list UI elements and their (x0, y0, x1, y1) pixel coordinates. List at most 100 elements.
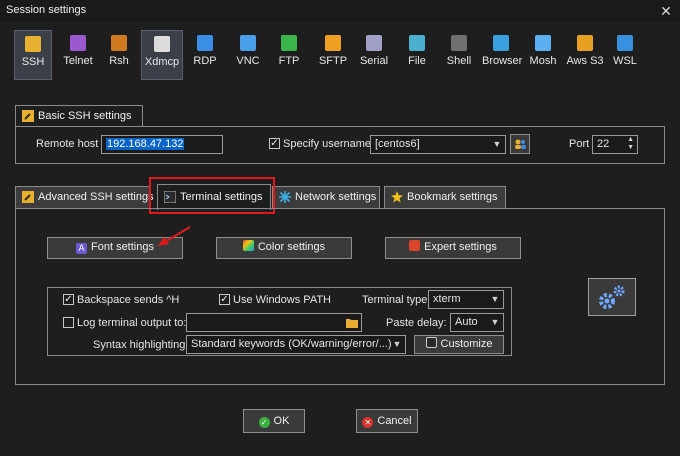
protocol-label: Serial (359, 55, 389, 67)
font-settings-label: Font settings (91, 241, 154, 253)
customize-icon (425, 337, 437, 348)
protocol-label: Telnet (63, 55, 93, 67)
customize-label: Customize (440, 338, 493, 350)
basic-tab-label: Basic SSH settings (38, 110, 132, 122)
syntax-highlighting-select[interactable]: Standard keywords (OK/warning/error/...)… (186, 335, 406, 354)
serial-icon (366, 35, 382, 51)
backspace-label: Backspace sends ^H (77, 294, 180, 306)
cancel-label: Cancel (377, 415, 412, 427)
port-label: Port (569, 138, 590, 150)
advanced-settings-button[interactable] (588, 278, 636, 316)
log-output-checkbox[interactable] (63, 317, 74, 328)
cancel-button[interactable]: ✕ Cancel (356, 409, 418, 433)
rsh-icon (111, 35, 127, 51)
port-spinner[interactable]: 22 ▲ ▼ (592, 135, 638, 154)
user-manager-button[interactable] (510, 134, 530, 154)
backspace-checkbox[interactable]: ✓ (63, 294, 74, 305)
chevron-down-icon: ▼ (490, 317, 500, 327)
paste-delay-select[interactable]: Auto ▼ (450, 313, 504, 332)
protocol-telnet[interactable]: Telnet (58, 30, 98, 80)
syntax-highlighting-label: Syntax highlighting: (93, 339, 189, 351)
specify-username-checkbox[interactable]: ✓ (269, 138, 280, 149)
protocol-mosh[interactable]: Mosh (529, 30, 557, 80)
ok-label: OK (273, 415, 290, 427)
protocol-rsh[interactable]: Rsh (104, 30, 134, 80)
protocol-shell[interactable]: Shell (444, 30, 474, 80)
protocol-serial[interactable]: Serial (359, 30, 389, 80)
spinner-arrows-icon: ▲ ▼ (627, 136, 634, 151)
xdmcp-icon (154, 36, 170, 52)
chevron-down-icon: ▼ (490, 294, 500, 304)
specify-username-label: Specify username (283, 138, 372, 150)
protocol-browser[interactable]: Browser (482, 30, 522, 80)
tab-advanced-ssh-settings[interactable]: Advanced SSH settings (15, 186, 154, 208)
font-icon: A (76, 243, 87, 254)
username-value: [centos6] (375, 138, 420, 150)
expert-settings-label: Expert settings (424, 241, 497, 253)
protocol-sftp[interactable]: SFTP (318, 30, 348, 80)
tab-bookmark-settings[interactable]: Bookmark settings (384, 186, 506, 208)
ok-button[interactable]: ✓ OK (243, 409, 305, 433)
terminal-type-select[interactable]: xterm ▼ (428, 290, 504, 309)
rdp-icon (197, 35, 213, 51)
paste-delay-label: Paste delay: (386, 317, 447, 329)
ssh-icon (25, 36, 41, 52)
palette-icon (242, 240, 254, 251)
vnc-icon (240, 35, 256, 51)
log-path-input[interactable] (186, 313, 362, 332)
chevron-down-icon: ▼ (392, 339, 402, 349)
syntax-highlighting-value: Standard keywords (OK/warning/error/...) (191, 338, 392, 350)
protocol-label: Rsh (109, 55, 129, 67)
protocol-ftp[interactable]: FTP (275, 30, 303, 80)
ftp-icon (281, 35, 297, 51)
cancel-icon: ✕ (362, 417, 374, 428)
protocol-label: Shell (446, 55, 472, 67)
protocol-vnc[interactable]: VNC (234, 30, 262, 80)
protocol-label: FTP (278, 55, 300, 67)
protocol-aws-s3[interactable]: Aws S3 (565, 30, 605, 80)
protocol-label: Aws S3 (566, 55, 604, 67)
color-settings-button[interactable]: Color settings (216, 237, 352, 259)
shell-icon (451, 35, 467, 51)
protocol-label: File (408, 55, 426, 67)
window-title: Session settings (6, 4, 87, 16)
tab-network-settings[interactable]: Network settings (272, 186, 380, 208)
users-icon (515, 139, 526, 149)
protocol-xdmcp[interactable]: Xdmcp (141, 30, 183, 80)
aws-s3-icon (577, 35, 593, 51)
tab-basic-ssh-settings[interactable]: Basic SSH settings (15, 105, 143, 127)
protocol-label: VNC (236, 55, 260, 67)
red-arrow-annotation (158, 226, 191, 246)
advanced-tab-label: Advanced SSH settings (38, 191, 154, 203)
protocol-ssh[interactable]: SSH (14, 30, 52, 80)
terminal-type-value: xterm (433, 293, 461, 305)
paste-delay-value: Auto (455, 316, 478, 328)
title-bar: Session settings ✕ (0, 0, 680, 22)
protocol-label: RDP (193, 55, 217, 67)
windows-path-checkbox[interactable]: ✓ (219, 294, 230, 305)
protocol-label: Xdmcp (144, 56, 180, 68)
expert-icon (409, 240, 421, 251)
wsl-icon (617, 35, 633, 51)
file-icon (409, 35, 425, 51)
protocol-file[interactable]: File (403, 30, 431, 80)
username-select[interactable]: [centos6] ▼ (370, 135, 506, 154)
close-icon[interactable]: ✕ (656, 2, 676, 20)
browser-icon (493, 35, 509, 51)
remote-host-input[interactable]: 192.168.47.132 (101, 135, 223, 154)
customize-button[interactable]: Customize (414, 335, 504, 354)
network-icon (279, 191, 291, 203)
protocol-label: SSH (21, 56, 45, 68)
protocol-wsl[interactable]: WSL (611, 30, 639, 80)
mosh-icon (535, 35, 551, 51)
folder-icon[interactable] (346, 317, 358, 328)
chevron-down-icon: ▼ (492, 139, 502, 149)
protocol-rdp[interactable]: RDP (191, 30, 219, 80)
protocol-label: SFTP (318, 55, 348, 67)
protocol-label: WSL (613, 55, 637, 67)
remote-host-label: Remote host * (36, 138, 106, 150)
wrench-icon (22, 191, 34, 203)
sftp-icon (325, 35, 341, 51)
windows-path-label: Use Windows PATH (233, 294, 332, 306)
expert-settings-button[interactable]: Expert settings (385, 237, 521, 259)
